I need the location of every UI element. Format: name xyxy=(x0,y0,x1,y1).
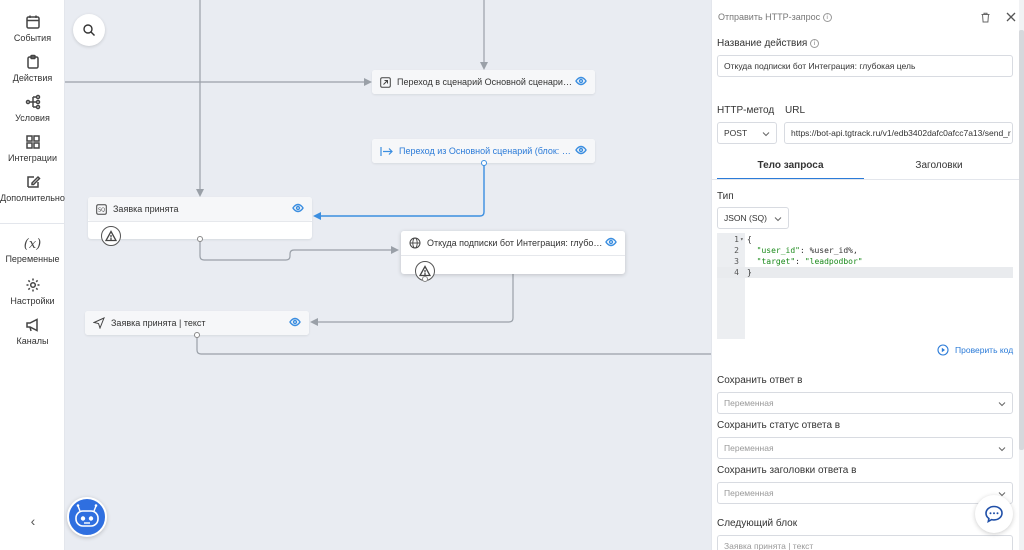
send-icon xyxy=(93,317,105,329)
svg-text:SQ: SQ xyxy=(98,207,105,213)
code-line: 3 "target": "leadpodbor" xyxy=(734,257,863,266)
http-method-label: HTTP-метод xyxy=(717,105,775,116)
chevron-down-icon xyxy=(998,402,1006,407)
node-request-accepted-text[interactable]: Заявка принята | текст xyxy=(85,311,309,338)
play-circle-icon xyxy=(937,344,949,356)
chevron-down-icon xyxy=(998,447,1006,452)
bot-avatar[interactable] xyxy=(67,497,107,537)
robot-icon xyxy=(75,504,99,527)
node-request-accepted[interactable]: SQ Заявка принята xyxy=(88,197,312,246)
next-block-select[interactable]: Заявка принята | текст xyxy=(717,535,1013,550)
save-headers-label: Сохранить заголовки ответа в xyxy=(717,465,857,476)
entry-arrow-icon xyxy=(380,146,393,156)
action-name-input[interactable]: Откуда подписки бот Интеграция: глубокая… xyxy=(717,55,1013,77)
chat-icon xyxy=(985,505,1003,524)
url-input[interactable]: https://bot-api.tgtrack.ru/v1/edb3402daf… xyxy=(784,122,1013,144)
next-block-label: Следующий блок xyxy=(717,518,798,529)
output-port[interactable] xyxy=(481,160,487,166)
check-code-button[interactable]: Проверить код xyxy=(937,344,1013,356)
eye-icon[interactable] xyxy=(575,144,587,158)
json-code-editor[interactable]: 1 ▾ { 2 "user_id": %user_id%, 3 "target":… xyxy=(717,233,1013,339)
eye-icon[interactable] xyxy=(605,236,617,250)
support-chat-button[interactable] xyxy=(975,495,1013,533)
node-title: Переход из Основной сценарий (блок: %Под… xyxy=(399,146,575,156)
http-request-panel: Отправить HTTP-запрос i Название действи… xyxy=(711,0,1024,550)
code-line: 1 ▾ { xyxy=(734,235,752,244)
output-port[interactable] xyxy=(197,236,203,242)
action-name-label: Название действия i xyxy=(717,38,820,49)
search-icon xyxy=(83,24,95,36)
close-button[interactable] xyxy=(1003,9,1019,25)
node-title: Заявка принята xyxy=(113,204,179,214)
url-label: URL xyxy=(785,105,806,116)
save-response-select[interactable]: Переменная xyxy=(717,392,1013,414)
node-title: Переход в сценарий Основной сценарий (бл… xyxy=(397,77,575,87)
eye-icon[interactable] xyxy=(289,316,301,330)
info-icon: i xyxy=(810,38,820,48)
node-title: Откуда подписки бот Интеграция: глубокая… xyxy=(427,238,605,248)
panel-scrollbar-thumb[interactable] xyxy=(1019,30,1024,450)
tab-headers[interactable]: Заголовки xyxy=(864,152,1014,180)
node-goto-main-scenario[interactable]: Переход в сценарий Основной сценарий (бл… xyxy=(372,70,595,94)
code-line: 2 "user_id": %user_id%, xyxy=(734,246,858,255)
exit-arrow-icon xyxy=(380,76,391,88)
panel-title: Отправить HTTP-запрос i xyxy=(718,12,967,23)
tab-request-body[interactable]: Тело запроса xyxy=(717,152,864,180)
canvas-search-button[interactable] xyxy=(73,14,105,46)
save-response-label: Сохранить ответ в xyxy=(717,375,803,386)
save-status-label: Сохранить статус ответа в xyxy=(717,420,841,431)
save-headers-select[interactable]: Переменная xyxy=(717,482,1013,504)
eye-icon[interactable] xyxy=(292,202,304,216)
close-icon xyxy=(1006,12,1016,22)
body-type-select[interactable]: JSON (SQ) xyxy=(717,207,789,229)
warning-icon[interactable] xyxy=(101,226,121,246)
node-title: Заявка принята | текст xyxy=(111,318,206,328)
chevron-down-icon xyxy=(774,217,782,222)
output-port[interactable] xyxy=(422,276,428,282)
http-method-select[interactable]: POST xyxy=(717,122,777,144)
output-port[interactable] xyxy=(194,332,200,338)
type-label: Тип xyxy=(717,191,734,202)
sq-block-icon: SQ xyxy=(96,203,107,215)
globe-icon xyxy=(409,237,421,249)
tab-divider xyxy=(712,179,1024,180)
save-status-select[interactable]: Переменная xyxy=(717,437,1013,459)
trash-icon xyxy=(981,12,989,22)
delete-button[interactable] xyxy=(977,9,993,25)
info-icon: i xyxy=(822,13,832,23)
chevron-down-icon xyxy=(762,132,770,137)
node-from-main-scenario[interactable]: Переход из Основной сценарий (блок: %Под… xyxy=(372,139,595,166)
node-http-request[interactable]: Откуда подписки бот Интеграция: глубокая… xyxy=(401,231,625,282)
eye-icon[interactable] xyxy=(575,75,587,89)
code-line: 4 } xyxy=(717,267,1013,278)
